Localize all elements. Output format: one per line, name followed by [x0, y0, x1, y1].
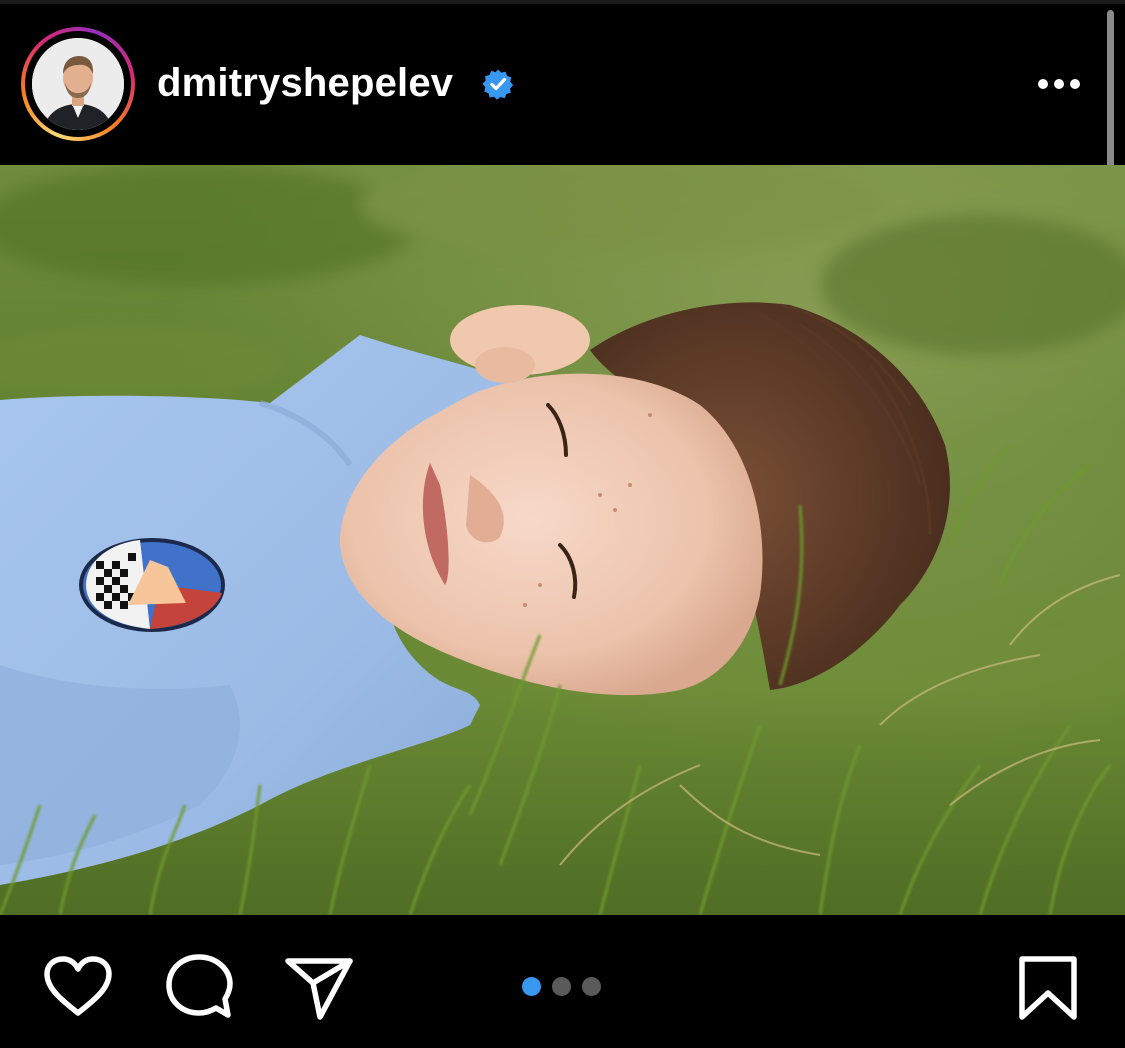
- bookmark-icon[interactable]: [1018, 955, 1078, 1021]
- more-horizontal-icon[interactable]: [1030, 68, 1088, 100]
- comment-bubble-icon[interactable]: [165, 953, 233, 1021]
- post-image[interactable]: [0, 165, 1125, 915]
- heart-icon[interactable]: [43, 955, 113, 1019]
- carousel-dot[interactable]: [552, 977, 571, 996]
- carousel-dot[interactable]: [582, 977, 601, 996]
- verified-badge-icon: [482, 69, 514, 100]
- username-link[interactable]: dmitryshepelev: [157, 60, 453, 106]
- paper-plane-icon[interactable]: [284, 955, 354, 1021]
- story-ring[interactable]: [21, 27, 135, 141]
- post-photo: [0, 165, 1125, 915]
- avatar: [32, 38, 124, 130]
- carousel-dot-active[interactable]: [522, 977, 541, 996]
- shirt-patch: [79, 538, 225, 632]
- avatar-photo: [32, 38, 124, 130]
- post-header: dmitryshepelev: [0, 4, 1125, 164]
- carousel-indicator: [522, 977, 604, 997]
